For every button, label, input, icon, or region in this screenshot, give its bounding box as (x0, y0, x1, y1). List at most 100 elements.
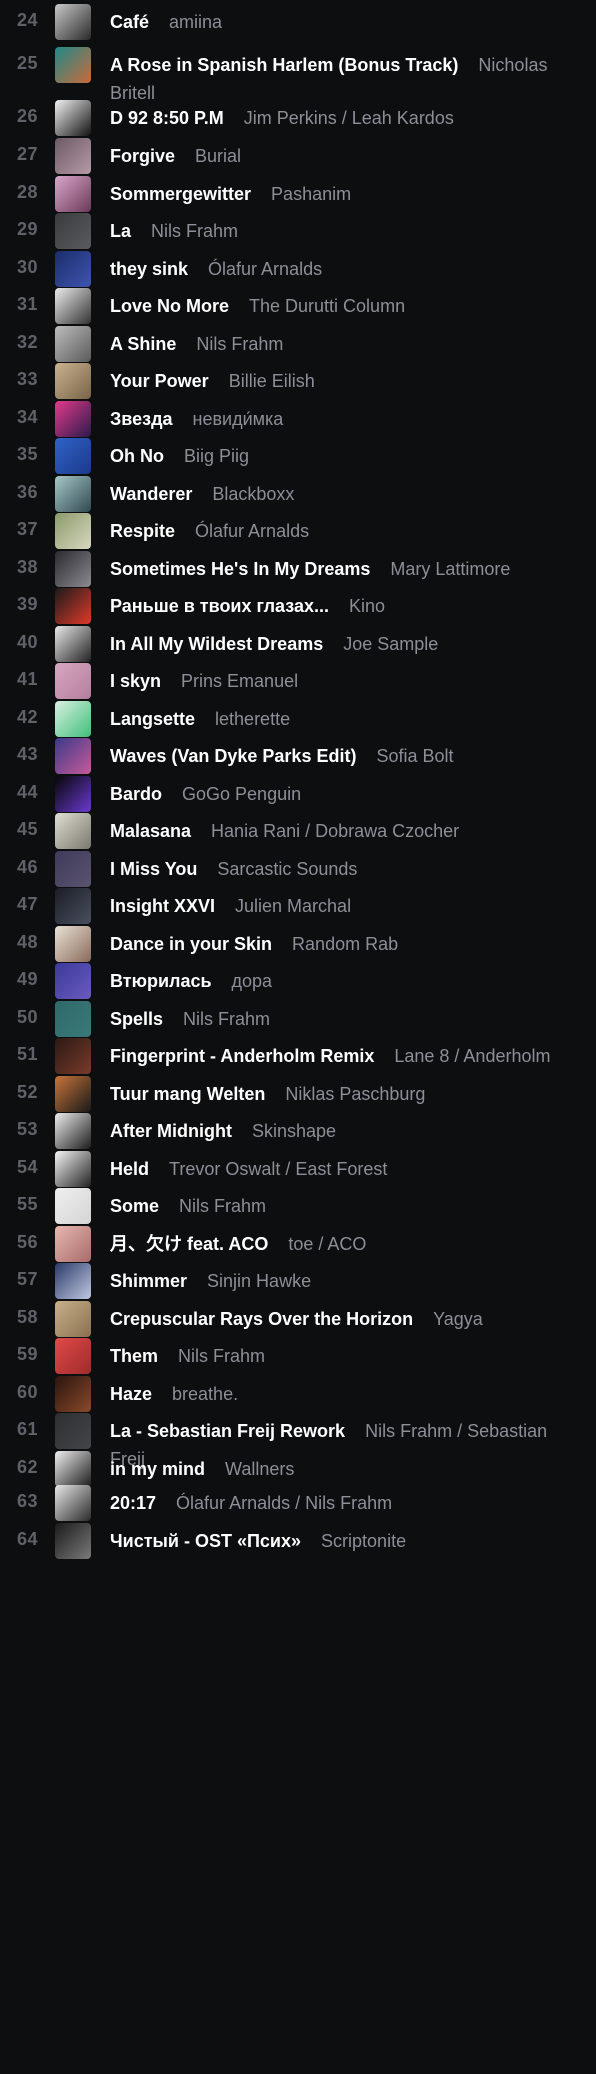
track-artist[interactable]: Nils Frahm (183, 1009, 270, 1029)
track-title[interactable]: Your Power (110, 371, 209, 391)
track-title[interactable]: In All My Wildest Dreams (110, 634, 323, 654)
track-title[interactable]: Held (110, 1159, 149, 1179)
track-artist[interactable]: Yagya (433, 1309, 483, 1329)
track-artist[interactable]: Ólafur Arnalds / Nils Frahm (176, 1493, 392, 1513)
track-title[interactable]: Звезда (110, 409, 173, 429)
album-art-thumbnail[interactable] (55, 926, 91, 962)
track-artist[interactable]: Ólafur Arnalds (195, 521, 309, 541)
track-title[interactable]: Malasana (110, 821, 191, 841)
album-art-thumbnail[interactable] (55, 100, 91, 136)
track-title[interactable]: Раньше в твоих глазах... (110, 596, 329, 616)
album-art-thumbnail[interactable] (55, 551, 91, 587)
track-title[interactable]: Oh No (110, 446, 164, 466)
track-title[interactable]: Bardo (110, 784, 162, 804)
album-art-thumbnail[interactable] (55, 1188, 91, 1224)
album-art-thumbnail[interactable] (55, 288, 91, 324)
track-title[interactable]: Café (110, 12, 149, 32)
track-artist[interactable]: Prins Emanuel (181, 671, 298, 691)
track-title[interactable]: Crepuscular Rays Over the Horizon (110, 1309, 413, 1329)
track-title[interactable]: Forgive (110, 146, 175, 166)
album-art-thumbnail[interactable] (55, 47, 91, 83)
album-art-thumbnail[interactable] (55, 1485, 91, 1521)
track-artist[interactable]: Mary Lattimore (390, 559, 510, 579)
track-artist[interactable]: Sarcastic Sounds (217, 859, 357, 879)
album-art-thumbnail[interactable] (55, 1338, 91, 1374)
track-title[interactable]: Respite (110, 521, 175, 541)
track-artist[interactable]: невиди́мка (193, 409, 284, 429)
track-title[interactable]: Them (110, 1346, 158, 1366)
album-art-thumbnail[interactable] (55, 1413, 91, 1449)
track-artist[interactable]: Pashanim (271, 184, 351, 204)
track-artist[interactable]: letherette (215, 709, 290, 729)
track-artist[interactable]: Skinshape (252, 1121, 336, 1141)
track-title[interactable]: A Shine (110, 334, 176, 354)
track-title[interactable]: in my mind (110, 1459, 205, 1479)
track-title[interactable]: Wanderer (110, 484, 192, 504)
track-artist[interactable]: дора (232, 971, 273, 991)
track-title[interactable]: Spells (110, 1009, 163, 1029)
album-art-thumbnail[interactable] (55, 1151, 91, 1187)
track-title[interactable]: Langsette (110, 709, 195, 729)
album-art-thumbnail[interactable] (55, 588, 91, 624)
track-title[interactable]: Fingerprint - Anderholm Remix (110, 1046, 374, 1066)
album-art-thumbnail[interactable] (55, 1001, 91, 1037)
album-art-thumbnail[interactable] (55, 626, 91, 662)
track-title[interactable]: Waves (Van Dyke Parks Edit) (110, 746, 356, 766)
track-artist[interactable]: Wallners (225, 1459, 294, 1479)
track-artist[interactable]: Ólafur Arnalds (208, 259, 322, 279)
track-artist[interactable]: Sofia Bolt (376, 746, 453, 766)
track-title[interactable]: Dance in your Skin (110, 934, 272, 954)
track-artist[interactable]: Blackboxx (212, 484, 294, 504)
track-artist[interactable]: Billie Eilish (229, 371, 315, 391)
track-title[interactable]: La - Sebastian Freij Rework (110, 1421, 345, 1441)
track-title[interactable]: La (110, 221, 131, 241)
track-artist[interactable]: GoGo Penguin (182, 784, 301, 804)
track-title[interactable]: 20:17 (110, 1493, 156, 1513)
track-artist[interactable]: Scriptonite (321, 1531, 406, 1551)
album-art-thumbnail[interactable] (55, 438, 91, 474)
album-art-thumbnail[interactable] (55, 1113, 91, 1149)
track-artist[interactable]: Random Rab (292, 934, 398, 954)
track-artist[interactable]: Hania Rani / Dobrawa Czocher (211, 821, 459, 841)
album-art-thumbnail[interactable] (55, 138, 91, 174)
track-artist[interactable]: breathe. (172, 1384, 238, 1404)
album-art-thumbnail[interactable] (55, 4, 91, 40)
album-art-thumbnail[interactable] (55, 1263, 91, 1299)
track-title[interactable]: I Miss You (110, 859, 197, 879)
track-title[interactable]: Haze (110, 1384, 152, 1404)
track-artist[interactable]: Nils Frahm (151, 221, 238, 241)
album-art-thumbnail[interactable] (55, 776, 91, 812)
track-title[interactable]: Sometimes He's In My Dreams (110, 559, 370, 579)
album-art-thumbnail[interactable] (55, 1076, 91, 1112)
track-artist[interactable]: Sinjin Hawke (207, 1271, 311, 1291)
track-row[interactable]: 24 Café amiina (0, 0, 596, 44)
album-art-thumbnail[interactable] (55, 701, 91, 737)
album-art-thumbnail[interactable] (55, 513, 91, 549)
track-artist[interactable]: Burial (195, 146, 241, 166)
track-artist[interactable]: Lane 8 / Anderholm (394, 1046, 550, 1066)
track-artist[interactable]: toe / ACO (288, 1234, 366, 1254)
album-art-thumbnail[interactable] (55, 1523, 91, 1559)
track-artist[interactable]: Nils Frahm (178, 1346, 265, 1366)
track-title[interactable]: Втюрилась (110, 971, 212, 991)
track-row[interactable]: 64 Чистый - OST «Псих» Scriptonite (0, 1519, 596, 1563)
track-artist[interactable]: Nils Frahm (196, 334, 283, 354)
track-title[interactable]: Insight XXVI (110, 896, 215, 916)
album-art-thumbnail[interactable] (55, 888, 91, 924)
track-title[interactable]: Shimmer (110, 1271, 187, 1291)
album-art-thumbnail[interactable] (55, 476, 91, 512)
album-art-thumbnail[interactable] (55, 176, 91, 212)
album-art-thumbnail[interactable] (55, 401, 91, 437)
track-artist[interactable]: Trevor Oswalt / East Forest (169, 1159, 387, 1179)
album-art-thumbnail[interactable] (55, 251, 91, 287)
track-title[interactable]: Some (110, 1196, 159, 1216)
album-art-thumbnail[interactable] (55, 1301, 91, 1337)
track-artist[interactable]: Joe Sample (343, 634, 438, 654)
track-title[interactable]: I skyn (110, 671, 161, 691)
album-art-thumbnail[interactable] (55, 851, 91, 887)
album-art-thumbnail[interactable] (55, 213, 91, 249)
track-title[interactable]: After Midnight (110, 1121, 232, 1141)
track-artist[interactable]: Niklas Paschburg (285, 1084, 425, 1104)
track-title[interactable]: Tuur mang Welten (110, 1084, 265, 1104)
track-artist[interactable]: Kino (349, 596, 385, 616)
